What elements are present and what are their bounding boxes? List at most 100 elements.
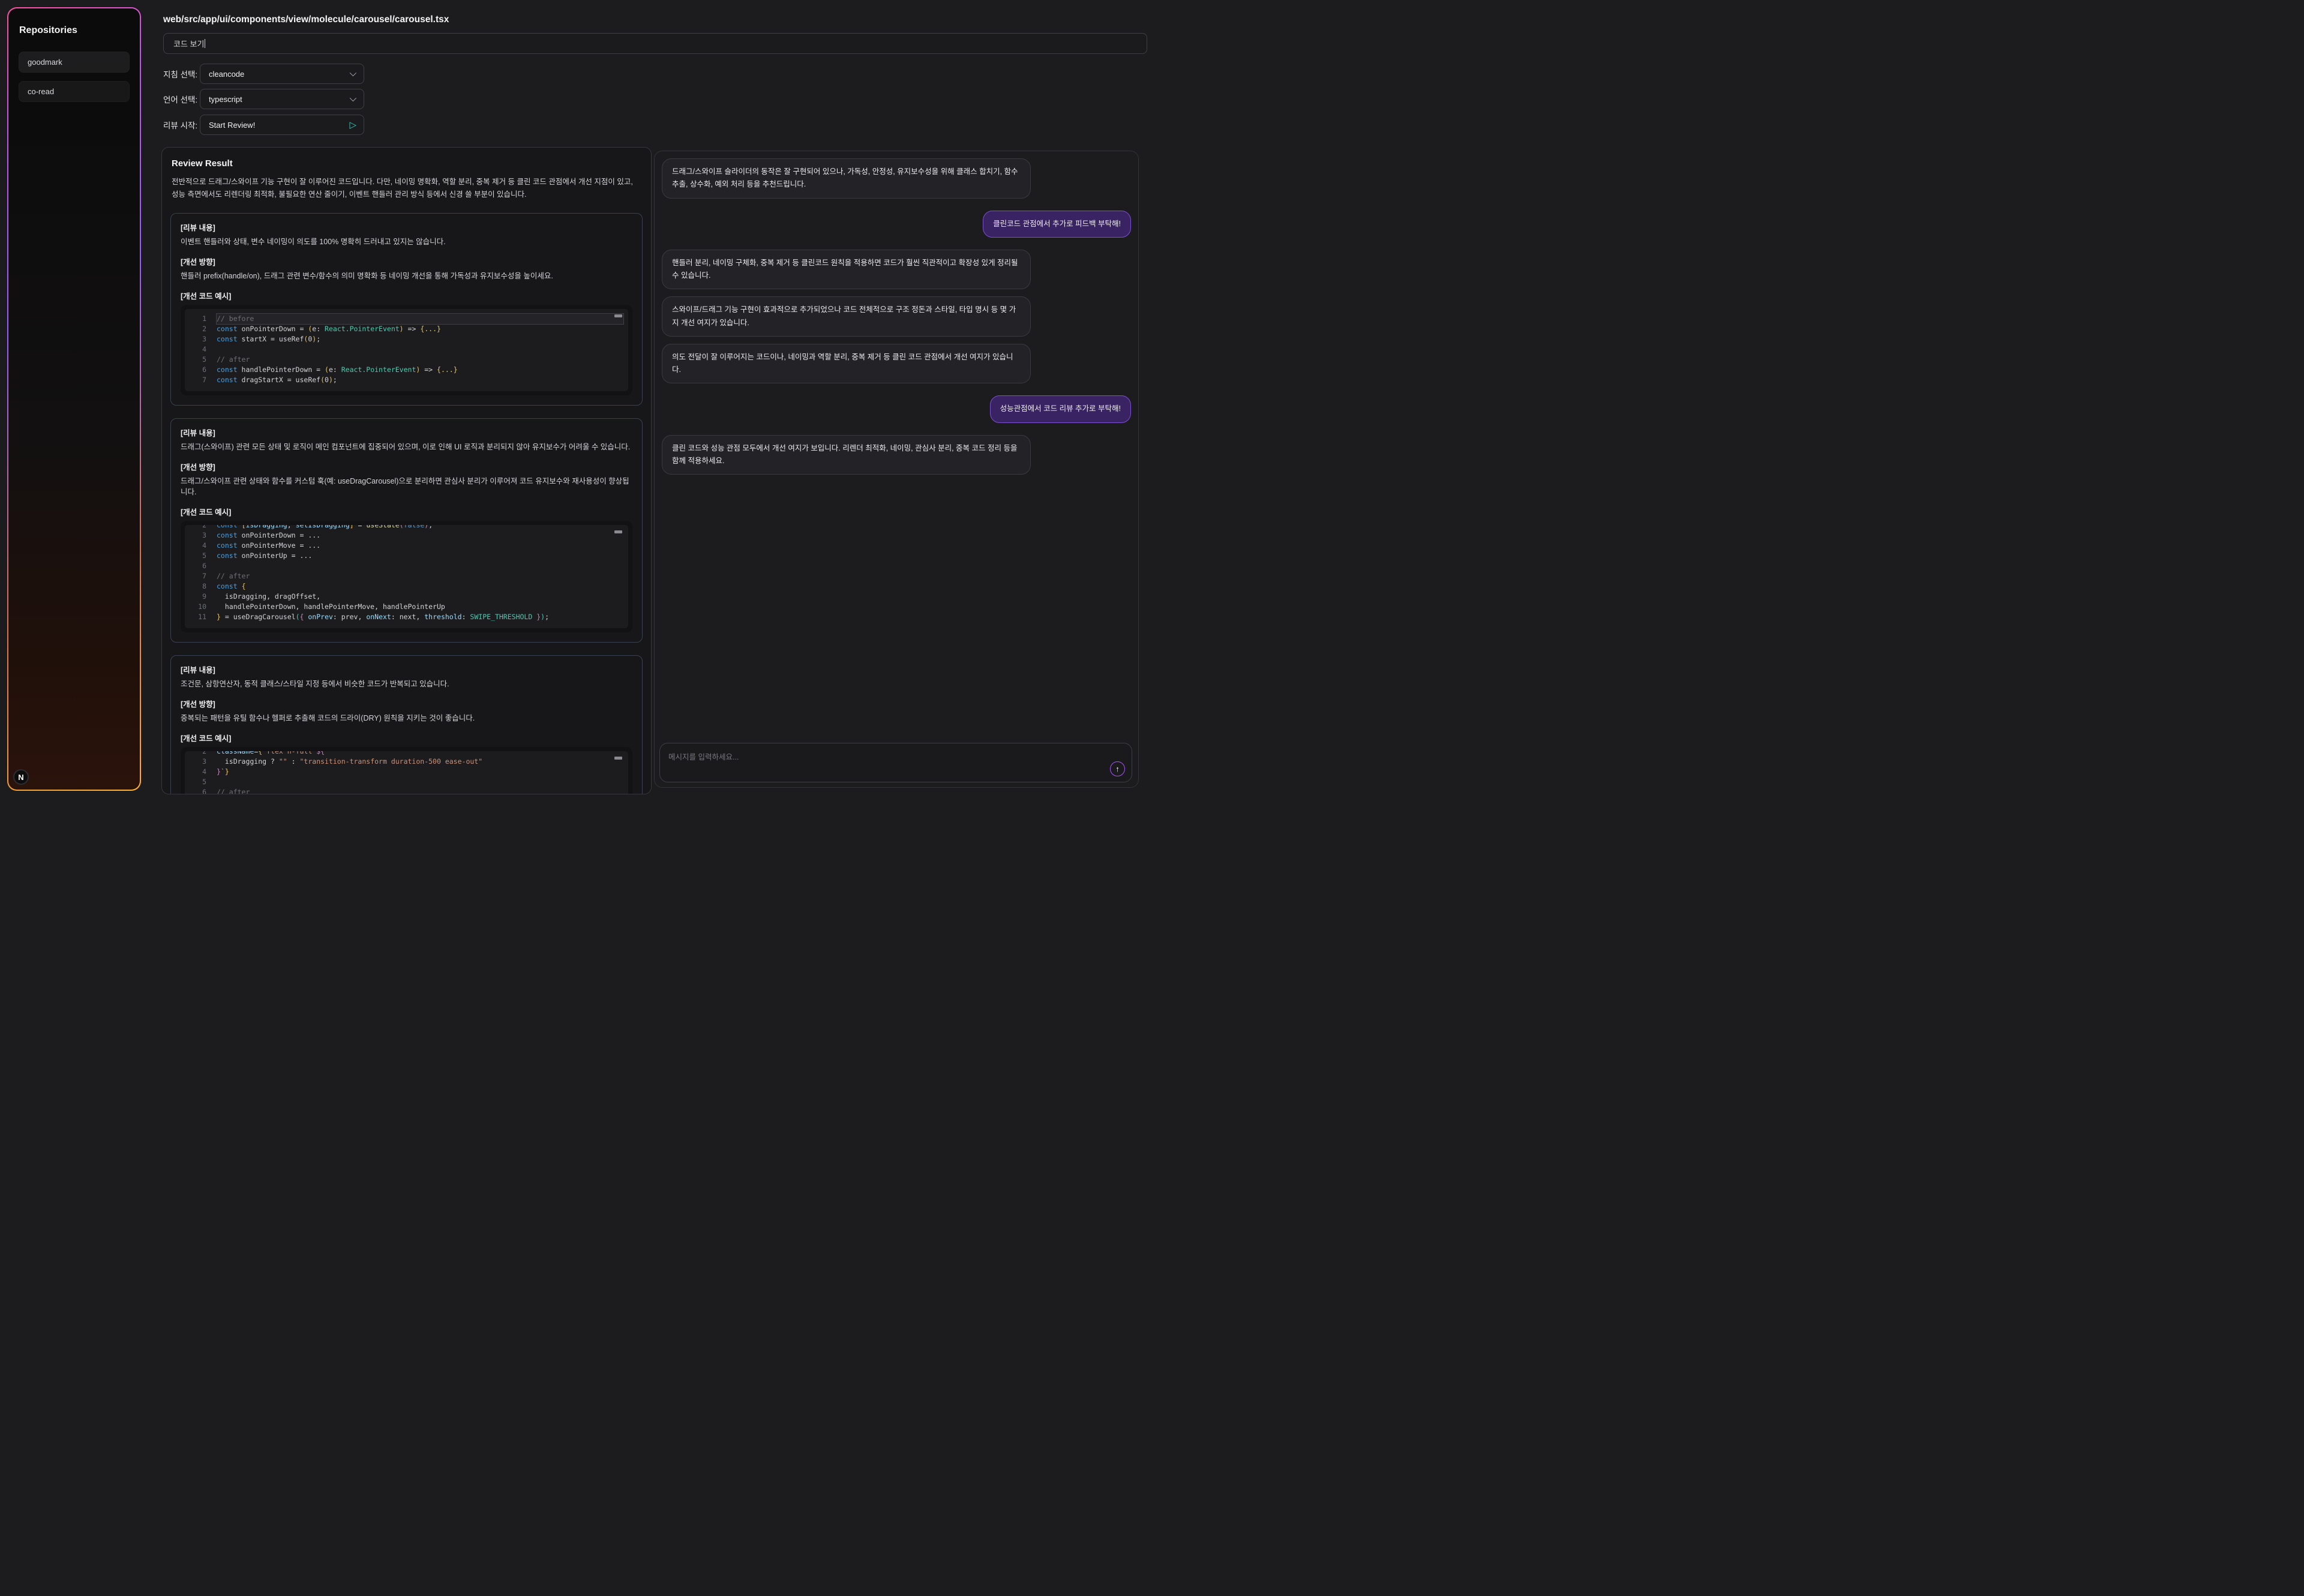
scrollbar-thumb[interactable] [614, 530, 622, 533]
section-card: [리뷰 내용]조건문, 삼항연산자, 동적 클래스/스타일 지정 등에서 비슷한… [170, 655, 643, 794]
code-line: 1 // before [191, 314, 623, 324]
code-block[interactable]: 2const [isDragging, setIsDragging] = use… [181, 521, 632, 632]
chat-input[interactable]: 메시지를 입력하세요... ↑ [659, 743, 1132, 782]
section-card: [리뷰 내용]이벤트 핸들러와 상태, 변수 네이밍이 의도를 100% 명확히… [170, 213, 643, 406]
code-editor: 1 // before 2 const onPointerDown = (e: Rea… [185, 309, 628, 391]
line-number: 6 [191, 787, 206, 795]
line-number: 8 [191, 581, 206, 592]
arrow-up-icon: ↑ [1115, 764, 1120, 773]
guideline-value: cleancode [209, 70, 244, 79]
improvement-text: 핸들러 prefix(handle/on), 드래그 관련 변수/함수의 의미 … [181, 271, 632, 282]
code-text: const onPointerDown = ... [217, 530, 623, 541]
code-line: 10 handlePointerDown, handlePointerMove,… [191, 602, 623, 612]
code-block[interactable]: 1 // before 2 const onPointerDown = (e: Rea… [181, 305, 632, 395]
line-number: 5 [191, 551, 206, 561]
code-line: 3 const startX = useRef(0); [191, 334, 623, 344]
repo-label: goodmark [28, 58, 62, 67]
code-line: 6 const handlePointerDown = (e: React.Poi… [191, 365, 623, 375]
language-value: typescript [209, 95, 242, 104]
chat-input-placeholder: 메시지를 입력하세요... [668, 751, 739, 762]
section-card: [리뷰 내용]드래그(스와이프) 관련 모든 상태 및 로직이 메인 컴포넌트에… [170, 418, 643, 643]
start-review-value: Start Review! [209, 121, 255, 130]
scrollbar-thumb[interactable] [614, 314, 622, 317]
code-line: 3const onPointerDown = ... [191, 530, 623, 541]
code-example-label: [개선 코드 예시] [181, 290, 632, 301]
line-number: 5 [191, 777, 206, 787]
review-content-label: [리뷰 내용] [181, 664, 632, 675]
improvement-text: 드래그/스와이프 관련 상태와 함수를 커스텀 훅(예: useDragCaro… [181, 476, 632, 499]
line-number: 11 [191, 612, 206, 622]
sidebar-item-co-read[interactable]: co-read [19, 81, 130, 102]
code-line: 4 const onPointerMove = ... [191, 541, 623, 551]
assistant-chat-bubble: 클린 코드와 성능 관점 모두에서 개선 여지가 보입니다. 리렌더 최적화, … [662, 435, 1031, 475]
line-number: 2 [191, 324, 206, 334]
code-line: 7const dragStartX = useRef(0); [191, 375, 623, 385]
code-text: } = useDragCarousel({ onPrev: prev, onNe… [217, 612, 623, 622]
assistant-chat-bubble: 드래그/스와이프 슬라이더의 동작은 잘 구현되어 있으나, 가독성, 안정성,… [662, 158, 1031, 199]
line-number: 5 [191, 355, 206, 365]
code-text: const startX = useRef(0); [217, 334, 623, 344]
code-line: 5 const onPointerUp = ... [191, 551, 623, 561]
assistant-chat-bubble: 핸들러 분리, 네이밍 구체화, 중복 제거 등 클린코드 원칙을 적용하면 코… [662, 250, 1031, 290]
send-button[interactable]: ↑ [1110, 761, 1125, 776]
code-text: const onPointerDown = (e: React.PointerE… [217, 324, 623, 334]
code-text: const onPointerMove = ... [217, 541, 623, 551]
code-text: handlePointerDown, handlePointerMove, ha… [217, 602, 623, 612]
language-label: 언어 선택: [163, 93, 200, 105]
line-number: 9 [191, 592, 206, 602]
code-text: isDragging, dragOffset, [217, 592, 623, 602]
code-text: className={`flex h-full ${ [217, 751, 623, 757]
scrollbar-thumb[interactable] [614, 757, 622, 760]
line-number: 4 [191, 541, 206, 551]
code-line: 9 isDragging, dragOffset, [191, 592, 623, 602]
assistant-chat-bubble: 스와이프/드래그 기능 구현이 효과적으로 추가되었으나 코드 전체적으로 구조… [662, 296, 1031, 337]
view-code-label: 코드 보기 [173, 38, 204, 49]
line-number: 3 [191, 334, 206, 344]
start-review-label: 리뷰 시작: [163, 119, 200, 131]
improvement-text: 중복되는 패턴을 유틸 함수나 헬퍼로 추출해 코드의 드라이(DRY) 원칙을… [181, 713, 632, 724]
code-text [217, 561, 623, 571]
line-number: 3 [191, 757, 206, 767]
code-text: const { [217, 581, 623, 592]
code-line: 2 className={`flex h-full ${ [191, 751, 623, 757]
start-review-button[interactable]: Start Review! ▷ [200, 115, 364, 135]
code-example-label: [개선 코드 예시] [181, 732, 632, 743]
code-line: 5 [191, 777, 623, 787]
guideline-select[interactable]: cleancode [200, 64, 364, 84]
code-text: const handlePointerDown = (e: React.Poin… [217, 365, 623, 375]
code-line: 8 const { [191, 581, 623, 592]
line-number: 2 [191, 751, 206, 757]
line-number: 1 [191, 314, 206, 324]
chevron-down-icon [350, 70, 356, 76]
code-line: 4 }`} [191, 767, 623, 777]
code-block[interactable]: 2 className={`flex h-full ${ 3 isDragging … [181, 747, 632, 795]
code-line: 4 [191, 344, 623, 355]
line-number: 2 [191, 525, 206, 530]
language-select[interactable]: typescript [200, 89, 364, 109]
nextjs-logo-icon: N [13, 769, 29, 785]
code-line: 2 const onPointerDown = (e: React.Pointer… [191, 324, 623, 334]
code-line: 6// after [191, 787, 623, 795]
code-text: // before [217, 314, 623, 324]
file-path-title: web/src/app/ui/components/view/molecule/… [163, 14, 449, 25]
play-icon: ▷ [349, 119, 356, 130]
sidebar-item-goodmark[interactable]: goodmark [19, 52, 130, 73]
code-text: // after [217, 571, 623, 581]
line-number: 6 [191, 365, 206, 375]
code-line: 5// after [191, 355, 623, 365]
view-code-bar[interactable]: 코드 보기 [163, 33, 1147, 54]
code-text: }`} [217, 767, 623, 777]
code-text: const onPointerUp = ... [217, 551, 623, 561]
repo-label: co-read [28, 87, 54, 96]
code-line: 6 [191, 561, 623, 571]
chevron-down-icon [350, 95, 356, 101]
review-result-title: Review Result [172, 158, 641, 169]
chat-message-list: 드래그/스와이프 슬라이더의 동작은 잘 구현되어 있으나, 가독성, 안정성,… [655, 151, 1138, 737]
review-intro: 전반적으로 드래그/스와이프 기능 구현이 잘 이루어진 코드입니다. 다만, … [172, 176, 641, 200]
code-text: isDragging ? "" : "transition-transform … [217, 757, 623, 767]
line-number: 4 [191, 767, 206, 777]
sidebar-title: Repositories [19, 25, 130, 36]
guideline-label: 지침 선택: [163, 68, 200, 80]
user-chat-bubble: 성능관점에서 코드 리뷰 추가로 부탁해! [990, 395, 1131, 422]
start-review-row: 리뷰 시작: Start Review! ▷ [163, 115, 364, 135]
